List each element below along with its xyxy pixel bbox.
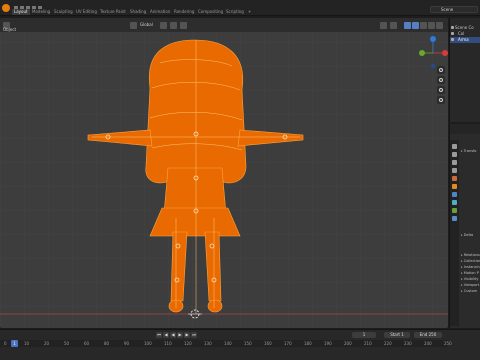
- top-bar: Layout Modeling Sculpting UV Editing Texture…: [0, 0, 480, 16]
- tab-modeling[interactable]: Modeling: [32, 9, 50, 15]
- timeline-tick: 140: [224, 341, 232, 346]
- properties-section-1[interactable]: Delta: [461, 232, 480, 238]
- tool-tab-icon[interactable]: [452, 144, 457, 149]
- physics-tab-icon[interactable]: [452, 200, 457, 205]
- timeline-tick: 190: [324, 341, 332, 346]
- end-frame-label: End: [419, 332, 428, 337]
- timeline-tick: 200: [344, 341, 352, 346]
- timeline-ruler[interactable]: 0 10 20 50 60 80 90 100 110 120 130 140 150 160 170 180…: [0, 340, 452, 347]
- timeline-tick: 10: [24, 341, 30, 346]
- timeline-tick: 120: [184, 341, 192, 346]
- timeline-tick: 220: [384, 341, 392, 346]
- outliner-label: Scene Co: [455, 25, 474, 30]
- zoom-view-icon[interactable]: [437, 66, 445, 74]
- tab-rendering[interactable]: Rendering: [174, 9, 194, 15]
- properties-tabs: [450, 140, 459, 326]
- tab-compositing[interactable]: Compositing: [198, 9, 223, 15]
- timeline-tick: 230: [404, 341, 412, 346]
- 3d-viewport[interactable]: Global Object: [0, 18, 448, 328]
- end-frame-field[interactable]: End 250: [414, 332, 442, 338]
- properties-section-8[interactable]: Custom: [461, 288, 480, 294]
- tab-animation[interactable]: Animation: [150, 9, 170, 15]
- tab-shading[interactable]: Shading: [130, 9, 146, 15]
- current-frame-field[interactable]: 1: [352, 332, 376, 338]
- timeline-tick: 100: [144, 341, 152, 346]
- gizmo-x-axis-icon[interactable]: [442, 50, 448, 56]
- playhead[interactable]: 1: [11, 340, 18, 347]
- torso-mesh: [163, 167, 227, 215]
- render-tab-icon[interactable]: [452, 152, 457, 157]
- jump-end-button[interactable]: ⏭: [191, 332, 197, 338]
- scene-tab-icon[interactable]: [452, 176, 457, 181]
- properties-section-0[interactable]: Transfo: [461, 148, 480, 154]
- timeline-tick: 20: [44, 341, 50, 346]
- timeline-tick: 0: [4, 341, 7, 346]
- tab-scripting[interactable]: Scripting: [226, 9, 244, 15]
- playhead-frame: 1: [13, 341, 16, 346]
- play-button[interactable]: ▶: [177, 332, 183, 338]
- timeline-tick: 160: [264, 341, 272, 346]
- timeline-tick: 90: [124, 341, 130, 346]
- add-workspace-button[interactable]: +: [248, 9, 251, 15]
- scene-selector[interactable]: Scene: [430, 6, 478, 13]
- outliner: Scene Co Col Arma: [449, 18, 480, 122]
- outliner-row-armature[interactable]: Arma: [450, 37, 480, 43]
- blender-logo-icon[interactable]: [2, 4, 10, 12]
- output-tab-icon[interactable]: [452, 160, 457, 165]
- gizmo-neg-z-icon[interactable]: [431, 64, 435, 68]
- tab-sculpting[interactable]: Sculpting: [54, 9, 73, 15]
- properties-panel: TransfoDeltaRelationsCollectionsInstanci…: [449, 124, 480, 328]
- timeline-tick: 60: [84, 341, 90, 346]
- properties-header: [450, 124, 480, 134]
- timeline-tick: 150: [244, 341, 252, 346]
- next-keyframe-button[interactable]: ▶: [184, 332, 190, 338]
- tab-texture-paint[interactable]: Texture Paint: [100, 9, 126, 15]
- gizmo-y-axis-icon[interactable]: [419, 50, 425, 56]
- prev-keyframe-button[interactable]: ◀: [163, 332, 169, 338]
- timeline-tick: 180: [304, 341, 312, 346]
- outliner-label: Arma: [458, 37, 469, 42]
- ortho-toggle-icon[interactable]: [437, 96, 445, 104]
- timeline-tick: 110: [164, 341, 172, 346]
- scene-name: Scene: [441, 7, 454, 12]
- timeline-tick: 240: [424, 341, 432, 346]
- skirt-mesh: [149, 207, 241, 237]
- pan-view-icon[interactable]: [437, 76, 445, 84]
- tab-layout[interactable]: Layout: [12, 9, 30, 15]
- timeline-tick: 130: [204, 341, 212, 346]
- gizmo-z-axis-icon[interactable]: [430, 36, 436, 42]
- current-frame-value: 1: [362, 332, 366, 337]
- properties-header-label: [450, 126, 462, 131]
- start-frame-label: Start: [390, 332, 400, 337]
- timeline-tick: 250: [444, 341, 452, 346]
- viewport-canvas: [0, 32, 448, 328]
- modifier-tab-icon[interactable]: [452, 192, 457, 197]
- timeline-tick: 210: [364, 341, 372, 346]
- timeline-tick: 80: [104, 341, 110, 346]
- start-frame-value: 1: [401, 332, 404, 337]
- play-reverse-button[interactable]: ◀: [170, 332, 176, 338]
- end-frame-value: 250: [428, 332, 437, 337]
- constraint-tab-icon[interactable]: [452, 208, 457, 213]
- timeline-tick: 170: [284, 341, 292, 346]
- outliner-label: Col: [458, 31, 465, 36]
- start-frame-field[interactable]: Start 1: [384, 332, 410, 338]
- camera-view-icon[interactable]: [437, 86, 445, 94]
- object-tab-icon[interactable]: [452, 184, 457, 189]
- timeline-tick: 50: [64, 341, 70, 346]
- jump-start-button[interactable]: ⏮: [156, 332, 162, 338]
- right-shoe-mesh: [207, 299, 223, 313]
- view-layer-tab-icon[interactable]: [452, 168, 457, 173]
- tab-uv-editing[interactable]: UV Editing: [76, 9, 97, 15]
- data-tab-icon[interactable]: [452, 216, 457, 221]
- timeline: ⏮ ◀ ◀ ▶ ▶ ⏭ 1 Start 1 End 250 0 10 20 50 60 8…: [0, 329, 480, 360]
